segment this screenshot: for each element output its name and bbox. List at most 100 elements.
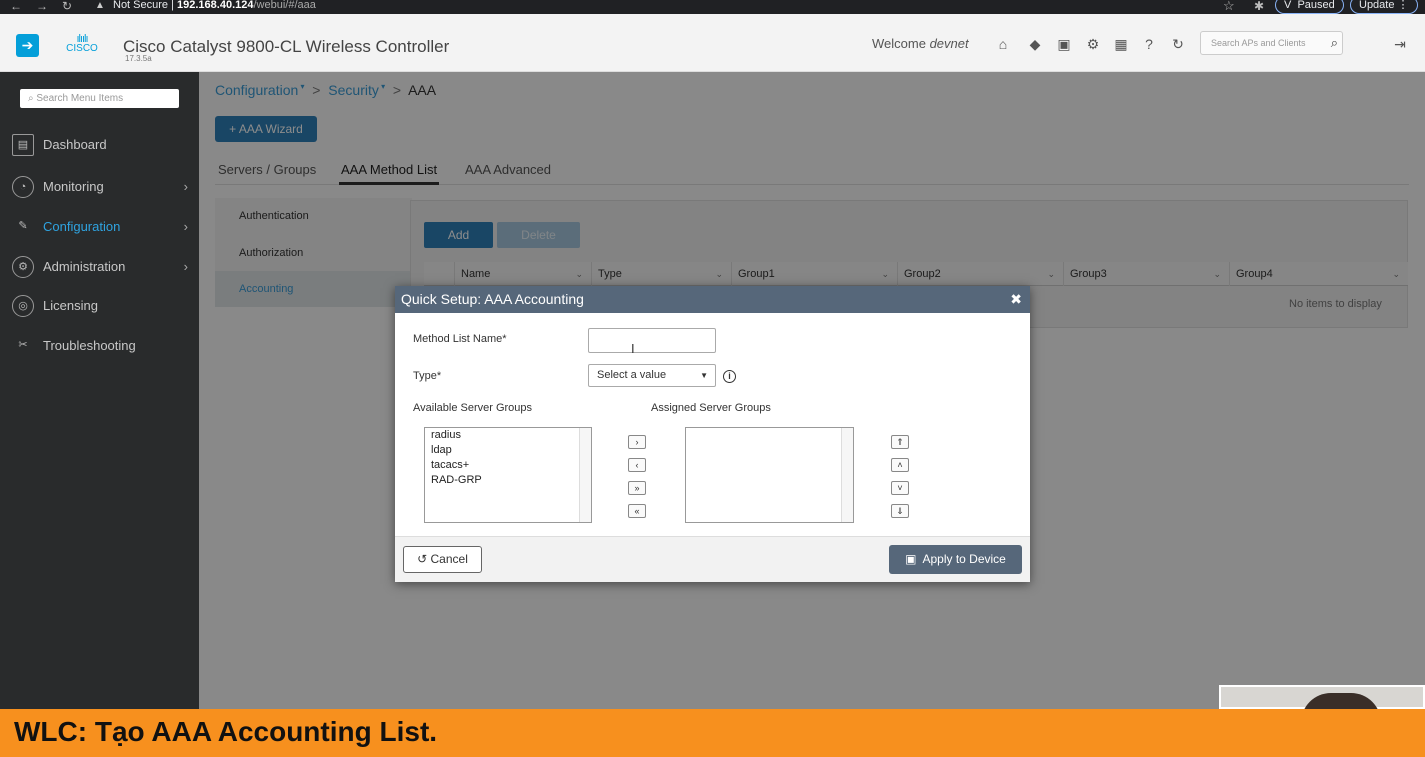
url-host: 192.168.40.124 [177,0,254,11]
chevron-right-icon: › [183,259,188,274]
sidebar-item-label: Dashboard [43,137,107,152]
wrench-icon: ✎ [18,220,28,232]
scrollbar[interactable] [841,428,853,522]
caption-text: WLC: Tạo AAA Accounting List. [14,716,438,747]
move-all-right-button[interactable]: » [628,481,646,495]
type-label: Type* [413,370,442,382]
search-icon: ⌕ [1330,35,1338,50]
address-bar[interactable]: Not Secure | 192.168.40.124/webui/#/aaa [113,0,316,11]
quick-setup-modal: Quick Setup: AAA Accounting ✖ Method Lis… [395,286,1030,582]
logout-icon[interactable]: ⇥ [1392,36,1408,52]
welcome-text: Welcome devnet [872,36,969,51]
method-list-name-input[interactable] [588,328,716,353]
browser-toolbar: ← → ↻ ▲ Not Secure | 192.168.40.124/webu… [0,0,1425,14]
reload-icon[interactable]: ↻ [62,0,72,12]
map-icon[interactable]: ▦ [1113,36,1129,52]
help-icon[interactable]: ? [1141,36,1157,52]
forward-arrow-icon[interactable]: → [36,0,48,12]
list-item[interactable]: ldap [431,444,452,456]
move-left-button[interactable]: ‹ [628,458,646,472]
menu-search-placeholder: Search Menu Items [36,93,124,104]
wireless-setup-icon[interactable]: ◆ [1027,36,1043,52]
chevron-right-icon: › [183,179,188,194]
sidebar-item-label: Administration [43,259,126,274]
menu-search-input[interactable]: ⌕ Search Menu Items [20,89,179,108]
sidebar-item-licensing[interactable]: ◎ Licensing [12,294,192,318]
webcam-overlay [1219,685,1425,723]
type-select-value: Select a value [597,369,667,381]
cisco-logo: ılıılı CISCO [60,34,104,54]
profile-status-pill[interactable]: V Paused [1275,0,1344,14]
sidebar-item-configuration[interactable]: ✎ Configuration › [12,215,192,239]
profile-letter: V [1284,0,1292,11]
move-bottom-button[interactable]: ⇓ [891,504,909,518]
profile-status: Paused [1297,0,1335,11]
move-down-button[interactable]: ˅ [891,481,909,495]
sidebar-item-troubleshooting[interactable]: ✂ Troubleshooting [12,334,192,358]
app-header: ➔ ılıılı CISCO Cisco Catalyst 9800-CL Wi… [0,14,1425,72]
undo-icon: ↺ [417,552,428,566]
method-list-name-label: Method List Name* [413,333,507,345]
global-search-placeholder: Search APs and Clients [1211,38,1306,48]
info-icon[interactable]: i [723,370,736,383]
security-label: Not Secure [113,0,169,11]
collapse-menu-button[interactable]: ➔ [16,34,39,57]
text-cursor-icon: I [631,341,635,356]
list-item[interactable]: tacacs+ [431,459,469,471]
chevron-right-icon: › [183,219,188,234]
sidebar-item-label: Monitoring [43,179,104,194]
sidebar: ⌕ Search Menu Items ▤ Dashboard ◔ Monitori… [0,72,199,757]
sidebar-item-administration[interactable]: ⚙ Administration › [12,255,192,279]
move-right-button[interactable]: › [628,435,646,449]
sidebar-item-label: Licensing [43,298,98,313]
global-search-input[interactable]: Search APs and Clients ⌕ [1200,31,1343,55]
floppy-disk-icon: ▣ [905,552,917,566]
sidebar-item-monitoring[interactable]: ◔ Monitoring › [12,175,192,199]
assigned-groups-list[interactable] [685,427,854,523]
move-top-button[interactable]: ⇑ [891,435,909,449]
tools-icon: ✂ [18,339,28,351]
assigned-groups-label: Assigned Server Groups [651,402,771,414]
list-item[interactable]: RAD-GRP [431,474,482,486]
available-groups-label: Available Server Groups [413,402,533,414]
gauge-icon: ◔ [12,176,34,198]
logo-text: CISCO [66,43,98,54]
refresh-icon[interactable]: ↻ [1170,36,1186,52]
scrollbar[interactable] [579,428,591,522]
save-icon[interactable]: ▣ [1056,36,1072,52]
modal-title: Quick Setup: AAA Accounting [401,291,584,307]
sidebar-item-label: Troubleshooting [43,338,136,353]
gear-icon: ⚙ [12,256,34,278]
app-version: 17.3.5a [125,54,152,63]
dashboard-icon: ▤ [12,134,34,156]
back-arrow-icon[interactable]: ← [10,0,22,12]
cancel-button[interactable]: ↺ Cancel [403,546,482,573]
caret-down-icon: ▼ [700,371,708,380]
move-up-button[interactable]: ˄ [891,458,909,472]
bookmark-star-icon[interactable]: ☆ [1223,0,1235,12]
modal-header: Quick Setup: AAA Accounting ✖ [395,286,1030,313]
welcome-label: Welcome [872,36,926,51]
licensing-icon: ◎ [12,295,34,317]
close-icon[interactable]: ✖ [1010,286,1022,313]
warning-icon: ▲ [95,0,105,11]
apply-to-device-button[interactable]: ▣ Apply to Device [889,545,1022,574]
sidebar-item-dashboard[interactable]: ▤ Dashboard [12,133,192,157]
url-path: /webui/#/aaa [253,0,316,11]
app-title: Cisco Catalyst 9800-CL Wireless Controll… [123,37,450,56]
apply-label: Apply to Device [922,552,1006,566]
update-button[interactable]: Update ⋮ [1350,0,1418,14]
caption-banner: WLC: Tạo AAA Accounting List. [0,709,1425,757]
update-label: Update [1359,0,1395,11]
sidebar-item-label: Configuration [43,219,121,234]
modal-footer: ↺ Cancel ▣ Apply to Device [395,536,1030,582]
available-groups-list[interactable]: radius ldap tacacs+ RAD-GRP [424,427,592,523]
list-item[interactable]: radius [431,429,461,441]
extensions-icon[interactable]: ✱ [1254,0,1264,12]
cancel-label: Cancel [430,552,468,566]
type-select[interactable]: Select a value ▼ [588,364,716,387]
move-all-left-button[interactable]: « [628,504,646,518]
gear-icon[interactable]: ⚙ [1085,36,1101,52]
home-icon[interactable]: ⌂ [995,36,1011,52]
username: devnet [929,36,969,51]
